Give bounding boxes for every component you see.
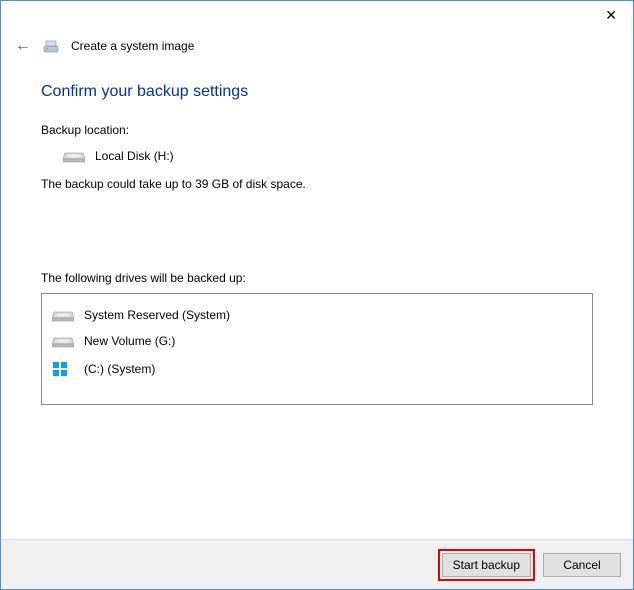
titlebar: ✕ <box>1 1 633 31</box>
system-image-window: ✕ ← Create a system image Confirm your b… <box>0 0 634 590</box>
backup-location-value: Local Disk (H:) <box>95 149 174 163</box>
drive-row: New Volume (G:) <box>52 328 582 354</box>
drive-row: (C:) (System) <box>52 354 582 384</box>
backup-location-row: Local Disk (H:) <box>41 149 593 163</box>
drive-name: New Volume (G:) <box>84 334 175 348</box>
windows-icon <box>52 360 74 378</box>
app-icon <box>43 38 59 54</box>
drives-list: System Reserved (System) New Volume (G:) <box>41 293 593 405</box>
app-title: Create a system image <box>71 39 194 53</box>
backup-size-text: The backup could take up to 39 GB of dis… <box>41 177 593 191</box>
content-area: Confirm your backup settings Backup loca… <box>1 63 633 539</box>
start-backup-button[interactable]: Start backup <box>442 553 531 577</box>
header: ← Create a system image <box>1 31 633 63</box>
footer: Start backup Cancel <box>1 539 633 589</box>
drive-name: System Reserved (System) <box>84 308 230 322</box>
page-heading: Confirm your backup settings <box>41 83 593 101</box>
disk-icon <box>52 308 74 322</box>
disk-icon <box>63 149 85 163</box>
back-arrow-icon[interactable]: ← <box>15 37 31 55</box>
backup-location-label: Backup location: <box>41 123 593 137</box>
drives-label: The following drives will be backed up: <box>41 271 593 285</box>
highlight-annotation: Start backup <box>438 549 535 581</box>
disk-icon <box>52 334 74 348</box>
drive-row: System Reserved (System) <box>52 302 582 328</box>
drive-name: (C:) (System) <box>84 362 155 376</box>
cancel-button[interactable]: Cancel <box>543 553 621 577</box>
close-icon[interactable]: ✕ <box>599 5 623 26</box>
